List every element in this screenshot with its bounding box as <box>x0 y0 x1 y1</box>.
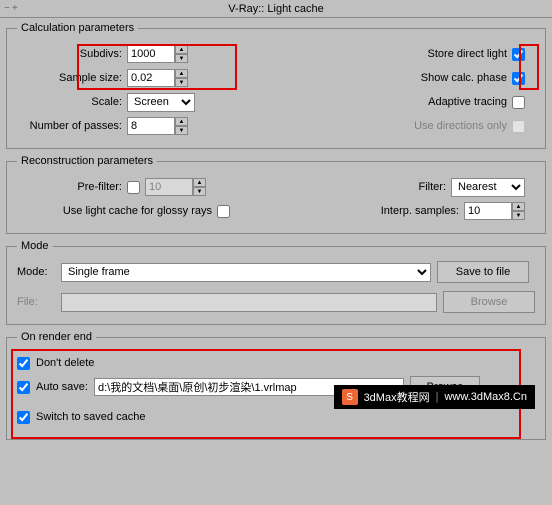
spin-up[interactable] <box>512 202 525 211</box>
adaptive-checkbox[interactable] <box>512 96 525 109</box>
prefilter-input <box>145 178 193 196</box>
interp-spinner[interactable] <box>464 202 525 220</box>
minus-icon[interactable]: − <box>4 3 10 14</box>
calculation-parameters-group: Calculation parameters Subdivs: Store di… <box>6 22 546 149</box>
mode-dropdown[interactable]: Single frame <box>61 263 431 282</box>
filter-label: Filter: <box>419 181 452 193</box>
window-title: V-Ray:: Light cache <box>228 3 323 15</box>
glossy-label: Use light cache for glossy rays <box>17 205 217 217</box>
directions-label: Use directions only <box>414 120 512 132</box>
sample-size-label: Sample size: <box>17 72 127 84</box>
banner-icon: S <box>342 389 358 405</box>
interp-label: Interp. samples: <box>381 205 464 217</box>
file-input <box>61 293 437 312</box>
mode-label: Mode: <box>17 266 55 278</box>
prefilter-spinner[interactable] <box>145 178 206 196</box>
titlebar-controls: − + <box>4 3 18 14</box>
spin-up[interactable] <box>193 178 206 187</box>
spin-up[interactable] <box>175 117 188 126</box>
store-direct-label: Store direct light <box>428 48 512 60</box>
filter-dropdown[interactable]: Nearest <box>451 178 525 197</box>
recon-legend: Reconstruction parameters <box>17 155 157 167</box>
spin-down[interactable] <box>175 54 188 63</box>
dont-delete-label: Don't delete <box>36 357 94 369</box>
show-calc-label: Show calc. phase <box>421 72 512 84</box>
subdivs-input[interactable] <box>127 45 175 63</box>
watermark-banner: S 3dMax教程网 | www.3dMax8.Cn <box>334 385 535 409</box>
scale-dropdown[interactable]: Screen <box>127 93 195 112</box>
onend-legend: On render end <box>17 331 96 343</box>
banner-text1: 3dMax教程网 <box>364 389 430 405</box>
show-calc-checkbox[interactable] <box>512 72 525 85</box>
subdivs-label: Subdivs: <box>17 48 127 60</box>
spin-up[interactable] <box>175 45 188 54</box>
auto-save-checkbox[interactable] <box>17 381 30 394</box>
dont-delete-checkbox[interactable] <box>17 357 30 370</box>
passes-spinner[interactable] <box>127 117 188 135</box>
mode-group: Mode Mode: Single frame Save to file Fil… <box>6 240 546 325</box>
save-to-file-button[interactable]: Save to file <box>437 261 529 283</box>
directions-checkbox <box>512 120 525 133</box>
titlebar: − + V-Ray:: Light cache <box>0 0 552 18</box>
file-label: File: <box>17 296 55 308</box>
passes-input[interactable] <box>127 117 175 135</box>
mode-legend: Mode <box>17 240 53 252</box>
auto-save-label: Auto save: <box>36 381 88 393</box>
on-render-end-group: On render end Don't delete Auto save: Br… <box>6 331 546 440</box>
prefilter-label: Pre-filter: <box>17 181 127 193</box>
spin-down[interactable] <box>175 126 188 135</box>
sample-size-input[interactable] <box>127 69 175 87</box>
switch-checkbox[interactable] <box>17 411 30 424</box>
switch-label: Switch to saved cache <box>36 411 145 423</box>
browse-button: Browse <box>443 291 535 313</box>
subdivs-spinner[interactable] <box>127 45 188 63</box>
spin-down[interactable] <box>193 187 206 196</box>
scale-label: Scale: <box>17 96 127 108</box>
interp-input[interactable] <box>464 202 512 220</box>
spin-up[interactable] <box>175 69 188 78</box>
sample-size-spinner[interactable] <box>127 69 188 87</box>
store-direct-checkbox[interactable] <box>512 48 525 61</box>
spin-down[interactable] <box>512 211 525 220</box>
calc-legend: Calculation parameters <box>17 22 138 34</box>
banner-text2: www.3dMax8.Cn <box>444 391 527 403</box>
passes-label: Number of passes: <box>17 120 127 132</box>
plus-icon[interactable]: + <box>12 3 18 14</box>
glossy-checkbox[interactable] <box>217 205 230 218</box>
prefilter-checkbox[interactable] <box>127 181 140 194</box>
adaptive-label: Adaptive tracing <box>428 96 512 108</box>
reconstruction-parameters-group: Reconstruction parameters Pre-filter: Fi… <box>6 155 546 234</box>
spin-down[interactable] <box>175 78 188 87</box>
